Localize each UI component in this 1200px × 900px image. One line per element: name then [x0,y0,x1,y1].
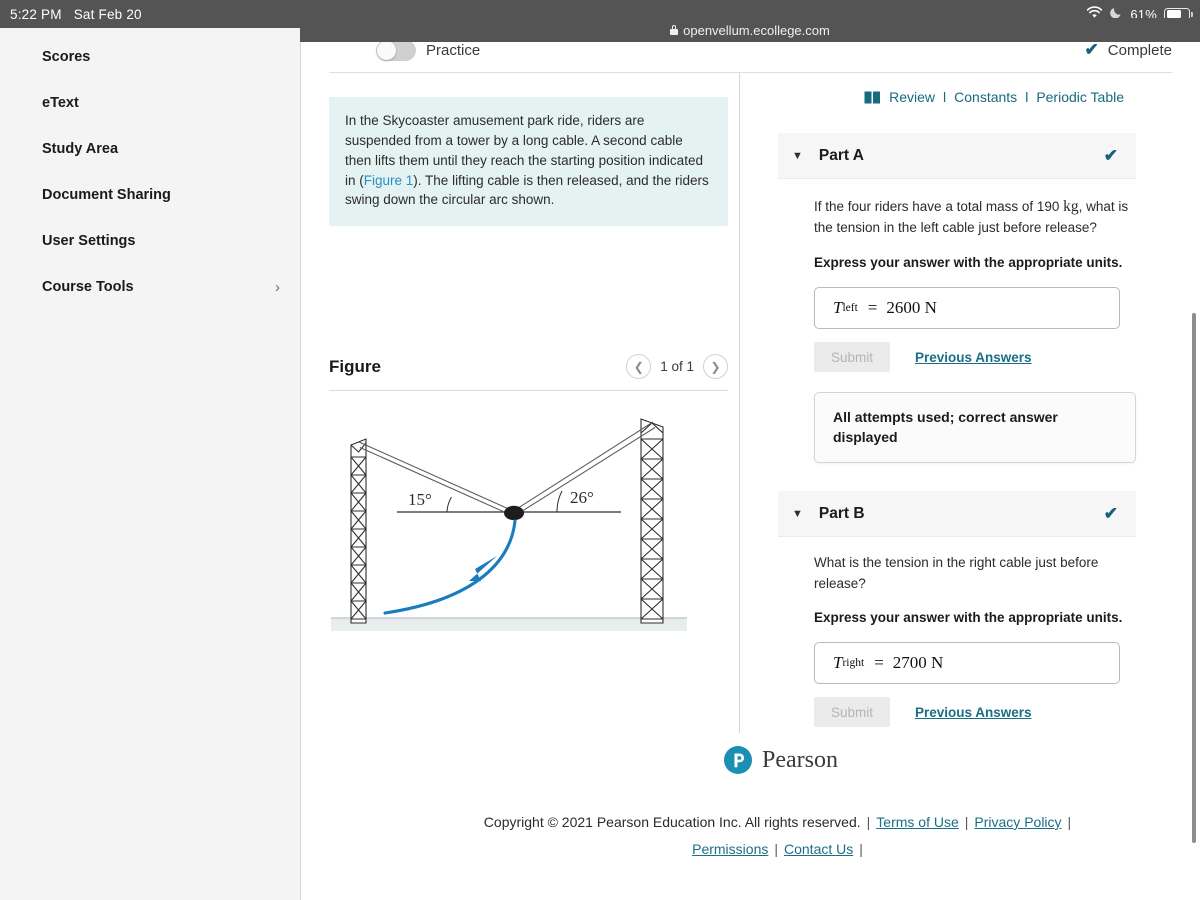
sidebar-item-label: eText [42,95,79,111]
sidebar-item-label: User Settings [42,233,136,249]
constants-link[interactable]: Constants [954,89,1017,105]
caret-down-icon: ▼ [792,149,803,162]
caret-down-icon: ▼ [792,507,803,520]
sidebar-item-scores[interactable]: Scores [0,34,300,80]
figure-nav: ❮ 1 of 1 ❯ [626,354,728,380]
part-b-submit-button[interactable]: Submit [814,697,890,728]
sidebar-item-document-sharing[interactable]: Document Sharing [0,172,300,218]
practice-toggle[interactable] [376,39,416,61]
part-b-question: What is the tension in the right cable j… [814,555,1099,591]
pearson-mark-icon [724,746,752,774]
check-icon: ✔ [1084,40,1099,59]
figure-prev-button[interactable]: ❮ [626,354,652,380]
sidebar-item-etext[interactable]: eText [0,80,300,126]
status-time: 5:22 PM [10,6,62,22]
sidebar: Scores eText Study Area Document Sharing… [0,28,301,900]
right-angle-arc [556,490,563,513]
sidebar-item-label: Study Area [42,141,119,157]
equals-sign: = [874,653,884,673]
part-a-status-message: All attempts used; correct answer displa… [814,392,1136,464]
copyright-line: Copyright © 2021 Pearson Education Inc. … [483,814,861,830]
practice-toggle-group[interactable]: Practice [376,39,481,61]
privacy-policy-link[interactable]: Privacy Policy [974,814,1061,830]
part-a-button-row: Submit Previous Answers [814,342,1136,373]
chevron-right-icon: › [275,278,280,296]
left-angle-arc [446,496,452,513]
vertical-scrollbar[interactable] [1192,313,1196,843]
main-content: Practice ✔ Complete In the Skycoaster am… [301,28,1200,900]
right-tower [640,418,664,624]
lock-icon [670,25,679,35]
review-link[interactable]: Review [889,89,935,105]
content-columns: In the Skycoaster amusement park ride, r… [329,73,1172,733]
link-separator: l [1025,89,1029,105]
book-icon [864,91,881,104]
part-b-check-icon: ✔ [1103,503,1118,523]
part-a-previous-answers-link[interactable]: Previous Answers [915,350,1032,365]
answer-subscript: right [842,657,865,670]
part-a-title: Part A [818,146,864,164]
figure-counter: 1 of 1 [660,359,694,375]
left-angle-label: 15° [408,490,432,509]
figure-header: Figure ❮ 1 of 1 ❯ [329,354,728,392]
complete-label: Complete [1107,41,1172,59]
swing-arc [383,519,517,615]
answer-value: 2600 N [886,298,937,318]
terms-of-use-link[interactable]: Terms of Use [876,814,958,830]
question-unit: kg [1063,198,1079,215]
part-a-submit-button[interactable]: Submit [814,342,890,373]
link-separator: l [943,89,947,105]
sidebar-item-label: Course Tools [42,279,134,295]
sidebar-item-user-settings[interactable]: User Settings [0,218,300,264]
equals-sign: = [867,298,878,318]
left-tower [350,438,367,624]
periodic-table-link[interactable]: Periodic Table [1036,89,1124,105]
figure-next-button[interactable]: ❯ [703,354,728,380]
url-text: openvellum.ecollege.com [683,22,830,38]
part-a-instruction: Express your answer with the appropriate… [814,254,1123,270]
rider-node [504,506,524,521]
answer-subscript: left [842,302,858,315]
copyright-text: Copyright © 2021 Pearson Education Inc. … [483,814,1072,857]
part-b-previous-answers-link[interactable]: Previous Answers [915,705,1032,720]
sidebar-item-course-tools[interactable]: Course Tools › [0,264,300,310]
permissions-link[interactable]: Permissions [692,841,768,857]
part-b-answer-field[interactable]: Tright = 2700 N [814,642,1120,685]
sidebar-item-label: Document Sharing [42,187,171,203]
answer-variable: T [833,653,843,673]
right-column: Review l Constants l Periodic Table ▼ Pa… [739,73,1172,733]
figure-title: Figure [329,356,381,376]
page-footer: Pearson Copyright © 2021 Pearson Educati… [301,745,1200,862]
sidebar-item-study-area[interactable]: Study Area [0,126,300,172]
figure-link[interactable]: Figure 1 [364,173,414,188]
pearson-wordmark: Pearson [762,746,838,773]
part-b-instruction: Express your answer with the appropriate… [814,609,1123,625]
part-a-header[interactable]: ▼ Part A ✔ [778,133,1136,179]
part-a-question: If the four riders have a total mass of … [814,195,1136,239]
answer-value: 2700 N [892,653,944,673]
part-b-title: Part B [818,504,865,522]
review-links-row: Review l Constants l Periodic Table [778,89,1172,105]
part-a-check-icon: ✔ [1103,145,1118,165]
part-a-answer-field[interactable]: Tleft = 2600 N [814,287,1120,330]
complete-status: ✔ Complete [1085,40,1172,60]
contact-us-link[interactable]: Contact Us [784,841,853,857]
right-angle-label: 26° [570,488,594,507]
status-date: Sat Feb 20 [73,6,142,22]
left-cable [358,441,512,516]
question-text-a: If the four riders have a total mass of … [814,199,1064,214]
answer-variable: T [833,298,843,318]
browser-url-bar[interactable]: openvellum.ecollege.com [300,18,1200,42]
left-column: In the Skycoaster amusement park ride, r… [329,73,739,733]
pearson-logo: Pearson [301,745,1200,775]
part-a-body: If the four riders have a total mass of … [778,179,1136,464]
sidebar-item-label: Scores [42,49,91,65]
part-b-button-row: Submit Previous Answers [814,697,1136,728]
part-b-body: What is the tension in the right cable j… [778,537,1136,728]
part-b-header[interactable]: ▼ Part B ✔ [778,491,1136,538]
practice-label: Practice [426,41,481,59]
figure-image: 15° 26° [329,409,739,654]
problem-statement: In the Skycoaster amusement park ride, r… [329,97,728,227]
